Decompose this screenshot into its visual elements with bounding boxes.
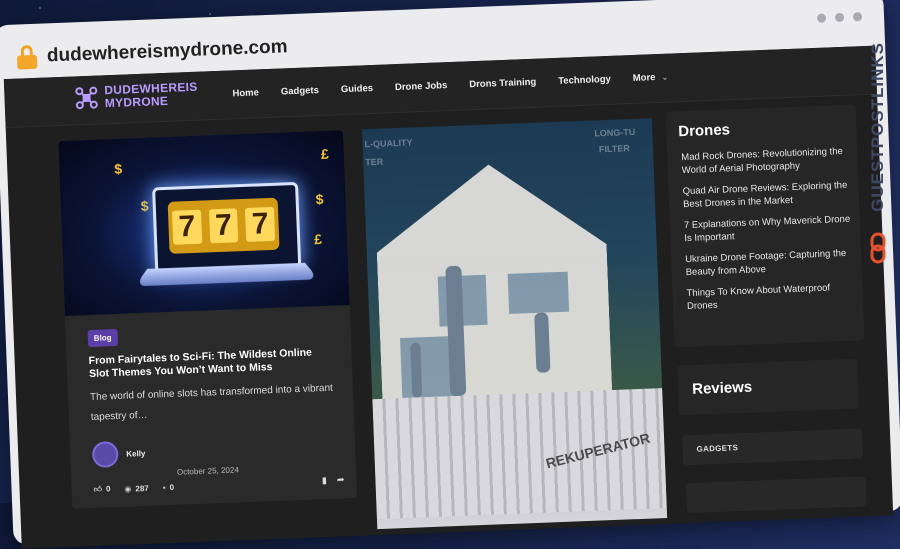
coin-symbol: $	[315, 190, 324, 208]
bookmark-icon[interactable]: ▮	[322, 475, 327, 486]
nav-drone-jobs[interactable]: Drone Jobs	[395, 80, 448, 93]
nav-home[interactable]: Home	[232, 87, 259, 99]
url-text[interactable]: dudewhereismydrone.com	[47, 36, 288, 67]
slot-reel: 7	[208, 208, 239, 244]
image-text: L-QUALITY	[364, 137, 413, 150]
nav-drons-training[interactable]: Drons Training	[469, 77, 536, 91]
nav-more-label: More	[632, 72, 656, 84]
post-date: October 25, 2024	[176, 464, 239, 477]
slot-reel: 7	[171, 209, 202, 245]
like-count[interactable]: 👍︎ 0	[93, 484, 110, 495]
logo-text: DUDEWHEREIS MYDRONE	[104, 80, 198, 111]
lock-icon	[16, 44, 38, 70]
watermark-text: GUESTPOSTLINKS	[868, 42, 887, 212]
list-item[interactable]: Ukraine Drone Footage: Capturing the Bea…	[685, 247, 854, 279]
coin-symbol: $	[140, 197, 149, 214]
list-item[interactable]: 7 Explanations on Why Maverick Drone Is …	[684, 213, 853, 245]
logo-line-2: MYDRONE	[104, 93, 169, 111]
address-bar[interactable]: dudewhereismydrone.com	[16, 30, 288, 74]
post-thumbnail[interactable]: $ £ $ £ $ £ 7 7 7	[58, 130, 350, 316]
gadgets-widget[interactable]: GADGETS	[681, 428, 863, 466]
featured-post-image[interactable]: L-QUALITY TER LONG-TU FILTER REKUPERATOR	[361, 118, 668, 530]
eye-icon: ◉	[124, 484, 132, 494]
person-figure	[534, 312, 551, 373]
chevron-down-icon: ⌄	[661, 72, 669, 82]
image-text: FILTER	[598, 143, 630, 155]
list-item[interactable]: Mad Rock Drones: Revolutionizing the Wor…	[681, 145, 850, 177]
drone-logo-icon	[75, 86, 98, 110]
comment-value: 0	[169, 482, 175, 492]
view-value: 287	[135, 483, 149, 493]
coin-symbol: £	[313, 231, 323, 248]
window-controls	[816, 12, 863, 23]
avatar[interactable]	[91, 441, 119, 468]
like-value: 0	[105, 484, 111, 494]
thumbs-up-icon: 👍︎	[93, 484, 103, 494]
drones-widget: Drones Mad Rock Drones: Revolutionizing …	[665, 104, 865, 348]
category-badge[interactable]: Blog	[87, 328, 118, 348]
laptop-illustration: 7 7 7	[152, 181, 302, 274]
main-menu: Home Gadgets Guides Drone Jobs Drons Tra…	[232, 72, 669, 99]
web-page: DUDEWHEREIS MYDRONE Home Gadgets Guides …	[3, 45, 894, 549]
nav-guides[interactable]: Guides	[341, 83, 374, 95]
link-icon	[870, 232, 886, 264]
author-name[interactable]: Kelly	[126, 448, 145, 458]
image-text: LONG-TU	[594, 126, 636, 139]
widget-placeholder	[685, 476, 867, 514]
reviews-widget: Reviews	[677, 358, 860, 416]
window-dot-icon[interactable]	[852, 12, 863, 22]
radiator-illustration	[372, 388, 667, 520]
watermark: GUESTPOSTLINKS	[864, 42, 894, 272]
author-meta: Kelly October 25, 2024	[126, 448, 239, 476]
list-item[interactable]: Things To Know About Waterproof Drones	[686, 281, 855, 313]
widget-heading: Drones	[677, 121, 731, 141]
house-illustration	[374, 160, 613, 409]
coin-symbol: £	[320, 145, 330, 162]
post-actions: ▮ ➦	[322, 474, 345, 486]
nav-technology[interactable]: Technology	[558, 74, 611, 87]
window-dot-icon[interactable]	[834, 12, 845, 23]
image-text: TER	[365, 156, 384, 168]
site-logo[interactable]: DUDEWHEREIS MYDRONE	[74, 80, 198, 112]
post-title[interactable]: From Fairytales to Sci-Fi: The Wildest O…	[88, 346, 334, 381]
post-stats: 👍︎ 0 ◉ 287 ▪ 0	[93, 482, 174, 495]
list-item[interactable]: Quad Air Drone Reviews: Exploring the Be…	[682, 179, 851, 211]
drones-list: Mad Rock Drones: Revolutionizing the Wor…	[681, 145, 855, 321]
person-figure	[410, 342, 423, 398]
browser-window: dudewhereismydrone.com DUDEWHEREIS MYDRO…	[0, 0, 900, 549]
widget-heading: Reviews	[691, 378, 753, 398]
slot-reels: 7 7 7	[167, 197, 280, 254]
slot-reel: 7	[245, 206, 276, 242]
post-card[interactable]: $ £ $ £ $ £ 7 7 7 Blog From Fairytales t…	[58, 130, 358, 509]
nav-more[interactable]: More ⌄	[633, 72, 669, 84]
post-author[interactable]: Kelly October 25, 2024	[91, 440, 239, 476]
nav-gadgets[interactable]: Gadgets	[281, 85, 319, 97]
widget-label[interactable]: GADGETS	[696, 443, 738, 454]
comment-count[interactable]: ▪ 0	[163, 482, 175, 491]
post-excerpt: The world of online slots has transforme…	[89, 382, 334, 424]
coin-symbol: $	[114, 160, 123, 177]
view-count: ◉ 287	[124, 483, 149, 493]
share-icon[interactable]: ➦	[337, 474, 345, 485]
comment-icon: ▪	[162, 482, 166, 492]
window-dot-icon[interactable]	[816, 13, 827, 23]
